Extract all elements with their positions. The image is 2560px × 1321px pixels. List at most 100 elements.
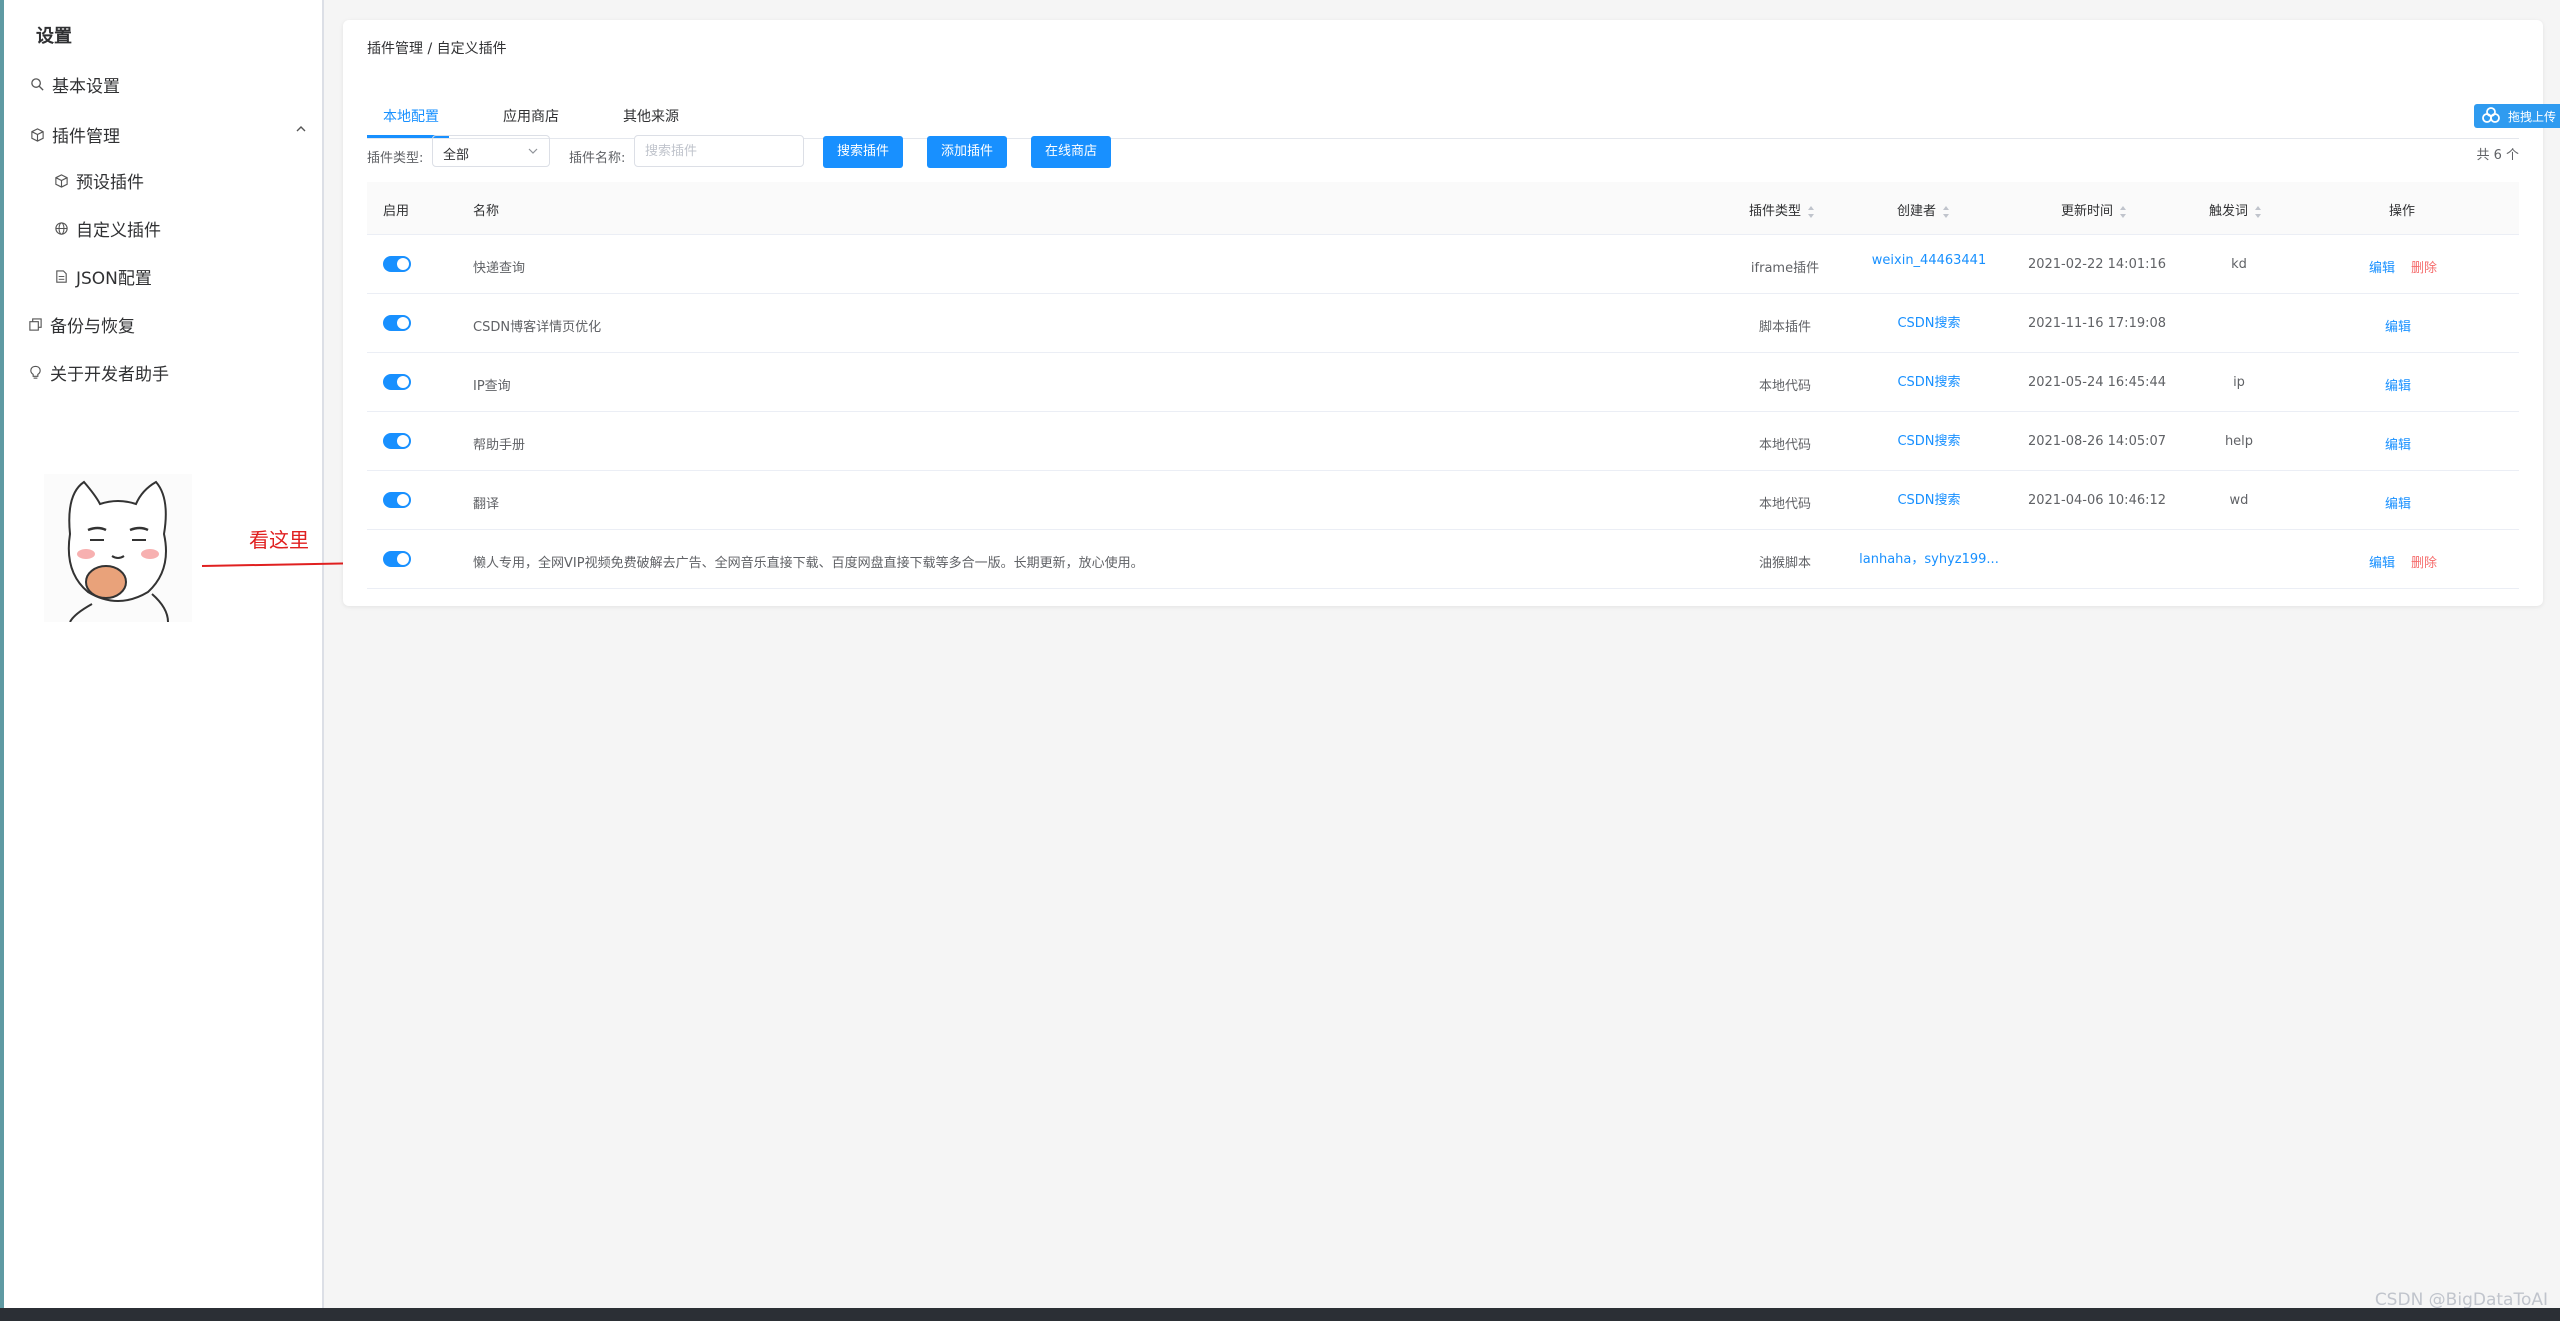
- search-icon: [30, 77, 46, 93]
- updated-time: 2021-02-22 14:01:16: [2027, 257, 2167, 272]
- enable-toggle[interactable]: [383, 374, 411, 390]
- creator-link[interactable]: CSDN搜索: [1897, 430, 1960, 449]
- sidebar-item-label: 自定义插件: [76, 221, 161, 241]
- sort-icon: [1808, 205, 1815, 218]
- plugin-name-label: 插件名称:: [569, 151, 626, 166]
- tab-other-sources[interactable]: 其他来源: [623, 106, 679, 126]
- updated-time: 2021-04-06 10:46:12: [2027, 493, 2167, 508]
- plugin-name: CSDN博客详情页优化: [473, 320, 602, 335]
- column-header-creator[interactable]: 创建者: [1897, 200, 1950, 219]
- sidebar-title: 设置: [36, 26, 72, 47]
- plugin-name-search-input[interactable]: [634, 135, 804, 167]
- sidebar-item-about-developer-assistant[interactable]: 关于开发者助手: [28, 360, 169, 385]
- edit-button[interactable]: 编辑: [2369, 552, 2395, 571]
- plugin-type: iframe插件: [1750, 261, 1820, 276]
- tab-app-store[interactable]: 应用商店: [503, 106, 559, 126]
- edit-button[interactable]: 编辑: [2385, 375, 2411, 394]
- sidebar-item-label: 关于开发者助手: [50, 365, 169, 385]
- plugin-name: 帮助手册: [473, 438, 526, 453]
- enable-toggle[interactable]: [383, 492, 411, 508]
- updated-time: 2021-11-16 17:19:08: [2027, 316, 2167, 331]
- trigger-word: ip: [2233, 375, 2245, 390]
- column-header-name: 名称: [473, 204, 500, 219]
- column-header-label: 更新时间: [2061, 204, 2114, 219]
- enable-toggle[interactable]: [383, 256, 411, 272]
- column-header-trigger[interactable]: 触发词: [2209, 200, 2262, 219]
- creator-link[interactable]: CSDN搜索: [1897, 312, 1960, 331]
- cloud-share-icon: [2482, 107, 2500, 123]
- trigger-word: kd: [2231, 257, 2247, 272]
- main-content-card: 插件管理 / 自定义插件 本地配置 应用商店 其他来源 插件类型: 全部 插件名…: [343, 20, 2543, 606]
- trigger-word: wd: [2229, 493, 2249, 508]
- cat-sticker-image: [44, 474, 192, 622]
- plugin-type-value: 全部: [443, 148, 470, 163]
- column-header-label: 触发词: [2209, 204, 2249, 219]
- sort-icon: [2120, 205, 2127, 218]
- file-icon: [54, 269, 70, 285]
- sidebar-item-label: 基本设置: [52, 77, 120, 97]
- plugin-name: IP查询: [473, 379, 511, 394]
- edit-button[interactable]: 编辑: [2385, 316, 2411, 335]
- chevron-down-icon: [528, 148, 538, 154]
- edit-button[interactable]: 编辑: [2369, 257, 2395, 276]
- plugin-name: 快递查询: [473, 261, 526, 276]
- sidebar-item-json-config[interactable]: JSON配置: [54, 264, 152, 289]
- enable-toggle[interactable]: [383, 551, 411, 567]
- taskbar-strip: [0, 1308, 2560, 1321]
- column-header-updated-time[interactable]: 更新时间: [2061, 200, 2127, 219]
- column-header-plugin-type[interactable]: 插件类型: [1749, 200, 1815, 219]
- sort-icon: [1943, 205, 1950, 218]
- sidebar-item-label: 备份与恢复: [50, 317, 135, 337]
- updated-time: 2021-05-24 16:45:44: [2027, 375, 2167, 390]
- table-row: 翻译 本地代码 CSDN搜索 2021-04-06 10:46:12 wd 编辑: [367, 471, 2519, 530]
- enable-toggle[interactable]: [383, 433, 411, 449]
- sidebar-item-plugin-management[interactable]: 插件管理: [30, 122, 120, 147]
- table-row: 快递查询 iframe插件 weixin_44463441 2021-02-22…: [367, 235, 2519, 294]
- plugin-type-select[interactable]: 全部: [432, 135, 550, 167]
- bulb-icon: [28, 365, 44, 381]
- chevron-up-icon[interactable]: [294, 122, 308, 136]
- plugin-name: 懒人专用，全网VIP视频免费破解去广告、全网音乐直接下载、百度网盘直接下载等多合…: [473, 556, 1144, 571]
- sidebar-item-preset-plugins[interactable]: 预设插件: [54, 168, 144, 193]
- table-header: 启用 名称 插件类型 创建者 更新时间 触发词 操作: [367, 182, 2519, 235]
- sidebar-item-basic-settings[interactable]: 基本设置: [30, 72, 120, 97]
- column-header-label: 创建者: [1897, 204, 1937, 219]
- plugin-type: 本地代码: [1758, 438, 1812, 453]
- edit-button[interactable]: 编辑: [2385, 493, 2411, 512]
- total-count: 共 6 个: [2476, 148, 2519, 163]
- enable-toggle[interactable]: [383, 315, 411, 331]
- sidebar-item-backup-restore[interactable]: 备份与恢复: [28, 312, 135, 337]
- creator-link[interactable]: weixin_44463441: [1872, 253, 1986, 268]
- sidebar-item-label: 插件管理: [52, 127, 120, 147]
- table-row: 懒人专用，全网VIP视频免费破解去广告、全网音乐直接下载、百度网盘直接下载等多合…: [367, 530, 2519, 589]
- tab-local-config[interactable]: 本地配置: [383, 106, 439, 126]
- trigger-word: help: [2224, 434, 2254, 449]
- delete-button[interactable]: 删除: [2411, 552, 2437, 571]
- creator-link[interactable]: CSDN搜索: [1897, 371, 1960, 390]
- online-store-button[interactable]: 在线商店: [1031, 136, 1112, 168]
- sidebar-item-custom-plugins[interactable]: 自定义插件: [54, 216, 161, 241]
- creator-link[interactable]: CSDN搜索: [1897, 489, 1960, 508]
- drag-upload-label: 拖拽上传: [2508, 109, 2557, 124]
- updated-time: 2021-08-26 14:05:07: [2027, 434, 2167, 449]
- add-plugin-button[interactable]: 添加插件: [927, 136, 1008, 168]
- sidebar-item-label: 预设插件: [76, 173, 144, 193]
- copy-icon: [28, 317, 44, 333]
- drag-upload-badge[interactable]: 拖拽上传: [2474, 104, 2560, 128]
- plugin-table: 启用 名称 插件类型 创建者 更新时间 触发词 操作 快递查询 iframe插件…: [367, 182, 2519, 589]
- column-header-label: 插件类型: [1749, 204, 1802, 219]
- creator-link[interactable]: lanhaha，syhyz199...: [1859, 548, 1999, 567]
- sidebar-item-label: JSON配置: [76, 269, 152, 289]
- plugin-type: 油猴脚本: [1758, 556, 1812, 571]
- delete-button[interactable]: 删除: [2411, 257, 2437, 276]
- watermark: CSDN @BigDataToAI: [2374, 1290, 2548, 1310]
- box-icon: [30, 127, 46, 143]
- plugin-type: 本地代码: [1758, 379, 1812, 394]
- column-header-actions: 操作: [2389, 204, 2416, 219]
- box-icon: [54, 173, 70, 189]
- plugin-type: 脚本插件: [1758, 320, 1812, 335]
- sort-icon: [2255, 205, 2262, 218]
- table-row: 帮助手册 本地代码 CSDN搜索 2021-08-26 14:05:07 hel…: [367, 412, 2519, 471]
- edit-button[interactable]: 编辑: [2385, 434, 2411, 453]
- search-plugin-button[interactable]: 搜索插件: [823, 136, 904, 168]
